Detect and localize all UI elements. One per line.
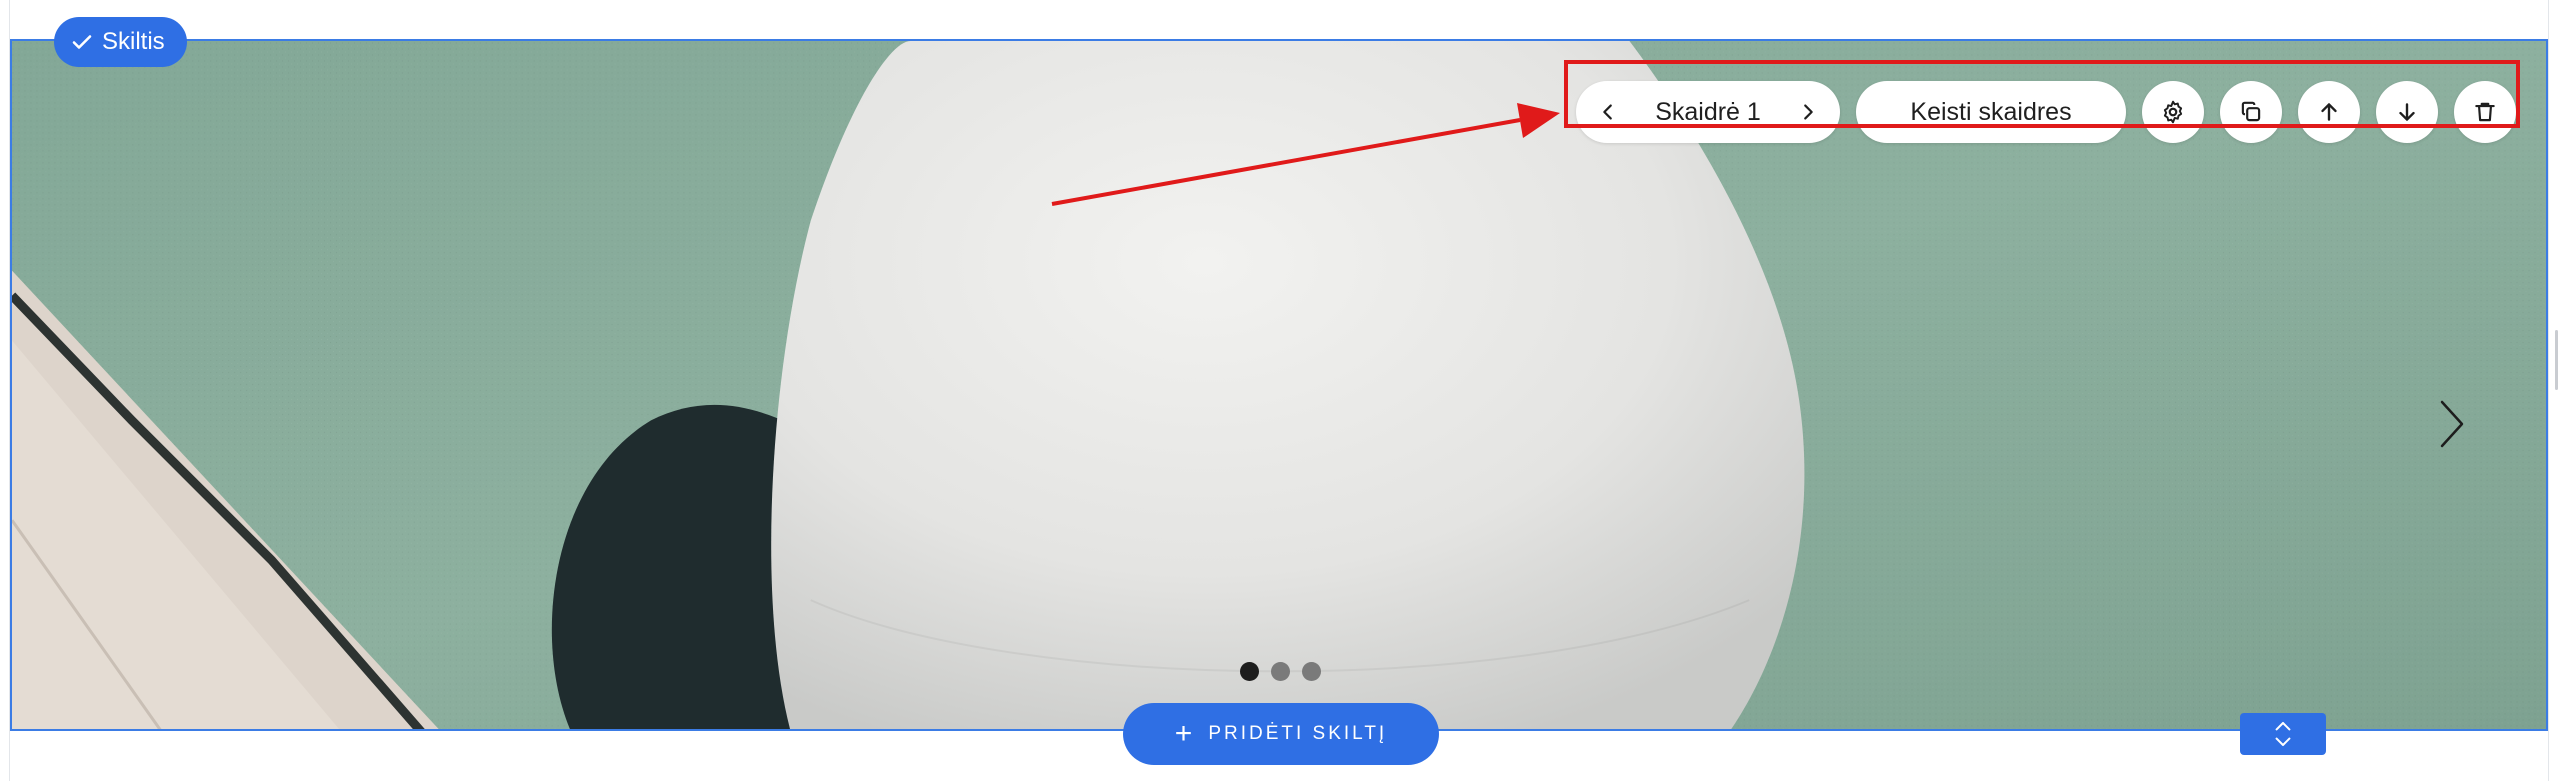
arrow-up-icon [2321,103,2337,121]
current-slide-label: Skaidrė 1 [1655,97,1761,126]
move-down-button[interactable] [2376,81,2438,143]
copy-icon [2241,101,2261,122]
gear-icon [2163,100,2183,124]
next-slide-arrow[interactable] [2432,396,2472,452]
add-section-button[interactable]: + PRIDĖTI SKILTĮ [1123,703,1439,765]
change-slides-label: Keisti skaidres [1910,97,2072,126]
arrow-down-icon [2399,103,2415,121]
settings-button[interactable] [2142,81,2204,143]
frame-edge-right [2548,0,2549,781]
slide-switcher: Skaidrė 1 [1576,81,1840,143]
plus-icon: + [1174,717,1193,750]
duplicate-button[interactable] [2220,81,2282,143]
chevron-right-icon [1804,104,1813,120]
previous-slide-button[interactable] [1590,94,1626,130]
change-slides-button[interactable]: Keisti skaidres [1856,81,2126,143]
trash-icon [2475,102,2495,122]
slide-dot-2[interactable] [1271,662,1290,681]
slide-indicator [1240,662,1321,681]
check-icon [72,35,92,49]
editor-page: Skiltis Skaidrė 1 Keisti skaidres + PRID… [0,0,2560,781]
slide-dot-3[interactable] [1302,662,1321,681]
section-toolbar: Skaidrė 1 Keisti skaidres [1576,81,2516,143]
add-section-label: PRIDĖTI SKILTĮ [1208,723,1388,744]
delete-button[interactable] [2454,81,2516,143]
move-up-button[interactable] [2298,81,2360,143]
scrollbar[interactable] [2555,330,2558,390]
section-badge[interactable]: Skiltis [54,17,187,67]
chevron-up-down-icon [2275,721,2291,747]
slide-dot-1[interactable] [1240,662,1259,681]
next-slide-button[interactable] [1790,94,1826,130]
chevron-left-icon [1603,104,1612,120]
chevron-right-icon [2440,400,2464,448]
slide-image [12,41,2546,729]
section-badge-label: Skiltis [102,28,165,55]
section-reorder-handle[interactable] [2240,713,2326,755]
